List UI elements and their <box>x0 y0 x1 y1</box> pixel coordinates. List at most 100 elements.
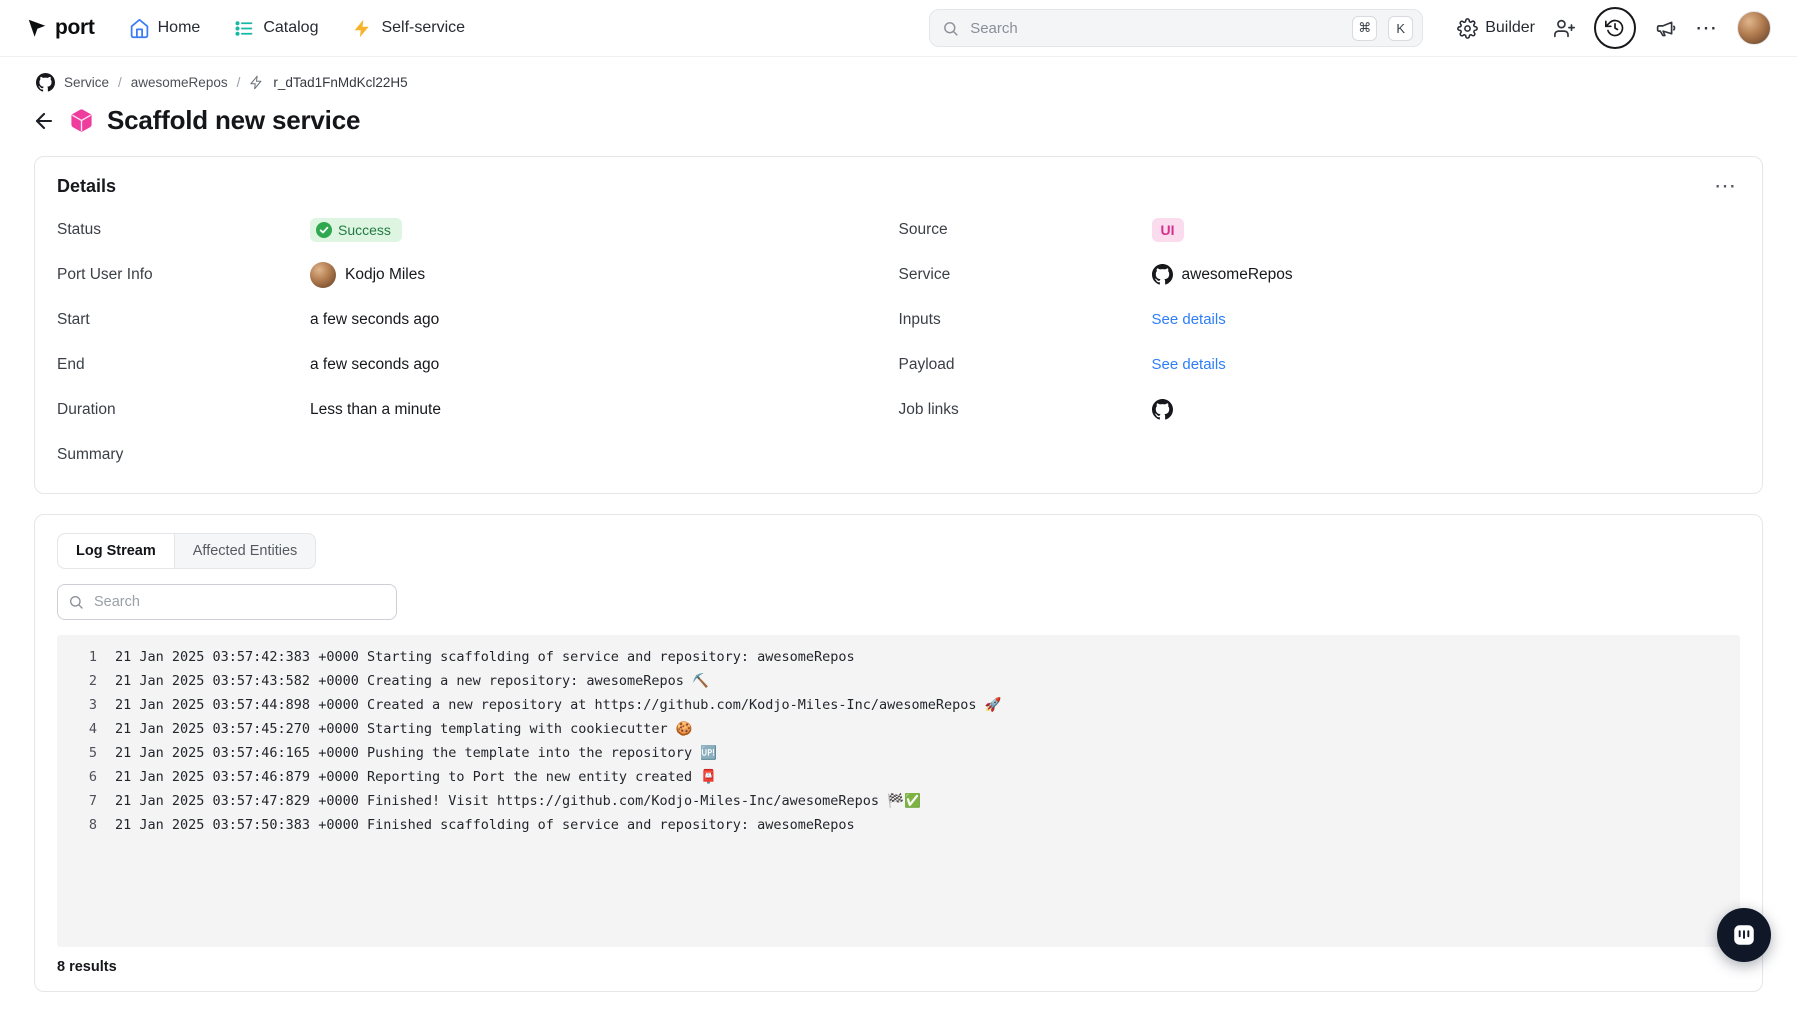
details-left-column: Status Success Port User Info Kodjo Mile… <box>57 207 899 477</box>
log-lines: 121 Jan 2025 03:57:42:383 +0000 Starting… <box>57 645 1740 837</box>
end-value: a few seconds ago <box>310 356 439 374</box>
status-text: Success <box>338 222 391 238</box>
log-line: 521 Jan 2025 03:57:46:165 +0000 Pushing … <box>57 741 1740 765</box>
chat-icon <box>1731 922 1757 948</box>
detail-label: Port User Info <box>57 266 310 284</box>
breadcrumb-service[interactable]: Service <box>64 75 109 90</box>
details-right-column: Source UI Service awesomeRepos Inputs Se… <box>899 207 1741 477</box>
history-clock-icon <box>1605 18 1625 38</box>
log-line-number: 8 <box>57 813 115 837</box>
source-badge: UI <box>1152 218 1184 242</box>
detail-label: Service <box>899 266 1152 284</box>
builder-label: Builder <box>1485 19 1535 37</box>
detail-row-end: End a few seconds ago <box>57 342 899 387</box>
detail-label: Inputs <box>899 311 1152 329</box>
log-line-number: 2 <box>57 669 115 693</box>
job-link-github-button[interactable] <box>1152 399 1173 420</box>
log-line: 421 Jan 2025 03:57:45:270 +0000 Starting… <box>57 717 1740 741</box>
detail-row-inputs: Inputs See details <box>899 297 1741 342</box>
more-options-button[interactable]: ⋯ <box>1695 17 1718 39</box>
detail-row-status: Status Success <box>57 207 899 252</box>
detail-row-duration: Duration Less than a minute <box>57 387 899 432</box>
detail-label: Duration <box>57 401 310 419</box>
action-cube-icon <box>69 108 94 133</box>
lightning-icon <box>249 75 264 90</box>
lightning-icon <box>352 18 373 39</box>
tab-log-stream[interactable]: Log Stream <box>58 534 175 568</box>
detail-label: Source <box>899 221 1152 239</box>
detail-row-service: Service awesomeRepos <box>899 252 1741 297</box>
arrow-left-icon <box>32 109 56 133</box>
details-card: Details ⋯ Status Success Port User Info <box>34 156 1763 494</box>
log-line-number: 3 <box>57 693 115 717</box>
log-line: 621 Jan 2025 03:57:46:879 +0000 Reportin… <box>57 765 1740 789</box>
detail-label: Start <box>57 311 310 329</box>
log-line-text: 21 Jan 2025 03:57:47:829 +0000 Finished!… <box>115 789 921 813</box>
log-line-number: 5 <box>57 741 115 765</box>
port-logo-text: port <box>55 16 95 40</box>
log-line: 321 Jan 2025 03:57:44:898 +0000 Created … <box>57 693 1740 717</box>
builder-button[interactable]: Builder <box>1457 18 1535 39</box>
port-logo[interactable]: port <box>26 16 95 40</box>
detail-row-summary: Summary <box>57 432 899 477</box>
nav-catalog[interactable]: Catalog <box>234 18 318 39</box>
log-line: 121 Jan 2025 03:57:42:383 +0000 Starting… <box>57 645 1740 669</box>
back-button[interactable] <box>32 109 56 133</box>
catalog-icon <box>234 18 255 39</box>
log-line: 721 Jan 2025 03:57:47:829 +0000 Finished… <box>57 789 1740 813</box>
page-header: Scaffold new service <box>0 92 1797 136</box>
run-history-button[interactable] <box>1594 7 1636 49</box>
check-circle-icon <box>316 222 332 238</box>
log-line-number: 4 <box>57 717 115 741</box>
detail-label: Status <box>57 221 310 239</box>
log-line-number: 7 <box>57 789 115 813</box>
breadcrumb: Service / awesomeRepos / r_dTad1FnMdKcl2… <box>0 57 1797 92</box>
user-name: Kodjo Miles <box>345 266 425 284</box>
nav-home-label: Home <box>158 19 201 37</box>
duration-value: Less than a minute <box>310 401 441 419</box>
detail-label: Payload <box>899 356 1152 374</box>
details-menu-button[interactable]: ⋯ <box>1710 175 1740 197</box>
status-badge: Success <box>310 218 402 242</box>
github-icon <box>1152 264 1173 285</box>
tab-affected-entities[interactable]: Affected Entities <box>175 534 316 568</box>
inputs-see-details-link[interactable]: See details <box>1152 311 1226 328</box>
log-line-text: 21 Jan 2025 03:57:42:383 +0000 Starting … <box>115 645 855 669</box>
log-line-text: 21 Jan 2025 03:57:43:582 +0000 Creating … <box>115 669 709 693</box>
main-nav: Home Catalog Self-service <box>129 18 465 39</box>
nav-self-service-label: Self-service <box>381 19 465 37</box>
payload-see-details-link[interactable]: See details <box>1152 356 1226 373</box>
breadcrumb-repo[interactable]: awesomeRepos <box>131 75 228 90</box>
invite-user-button[interactable] <box>1554 18 1575 39</box>
search-icon <box>942 20 959 37</box>
global-search-input[interactable] <box>968 19 1341 38</box>
breadcrumb-run-id: r_dTad1FnMdKcl22H5 <box>273 75 407 90</box>
log-search[interactable] <box>57 584 397 620</box>
megaphone-icon <box>1655 18 1676 39</box>
chat-widget-button[interactable] <box>1717 908 1771 962</box>
details-grid: Status Success Port User Info Kodjo Mile… <box>57 207 1740 477</box>
details-heading: Details <box>57 176 116 197</box>
shortcut-k-key: K <box>1388 16 1413 41</box>
global-search[interactable]: ⌘ K <box>929 9 1423 47</box>
detail-row-job-links: Job links <box>899 387 1741 432</box>
log-line-number: 6 <box>57 765 115 789</box>
breadcrumb-separator: / <box>118 75 122 90</box>
log-line: 221 Jan 2025 03:57:43:582 +0000 Creating… <box>57 669 1740 693</box>
gear-icon <box>1457 18 1478 39</box>
detail-label: Job links <box>899 401 1152 419</box>
user-avatar-small <box>310 262 336 288</box>
service-name: awesomeRepos <box>1182 266 1293 284</box>
log-viewer: 121 Jan 2025 03:57:42:383 +0000 Starting… <box>57 635 1740 947</box>
user-avatar[interactable] <box>1737 11 1771 45</box>
nav-home[interactable]: Home <box>129 18 201 39</box>
results-count: 8 results <box>57 959 1740 975</box>
breadcrumb-separator: / <box>237 75 241 90</box>
announcements-button[interactable] <box>1655 18 1676 39</box>
log-search-input[interactable] <box>92 593 386 611</box>
detail-row-user: Port User Info Kodjo Miles <box>57 252 899 297</box>
nav-self-service[interactable]: Self-service <box>352 18 465 39</box>
port-logo-icon <box>26 17 48 39</box>
search-icon <box>68 594 84 610</box>
log-line-text: 21 Jan 2025 03:57:45:270 +0000 Starting … <box>115 717 693 741</box>
